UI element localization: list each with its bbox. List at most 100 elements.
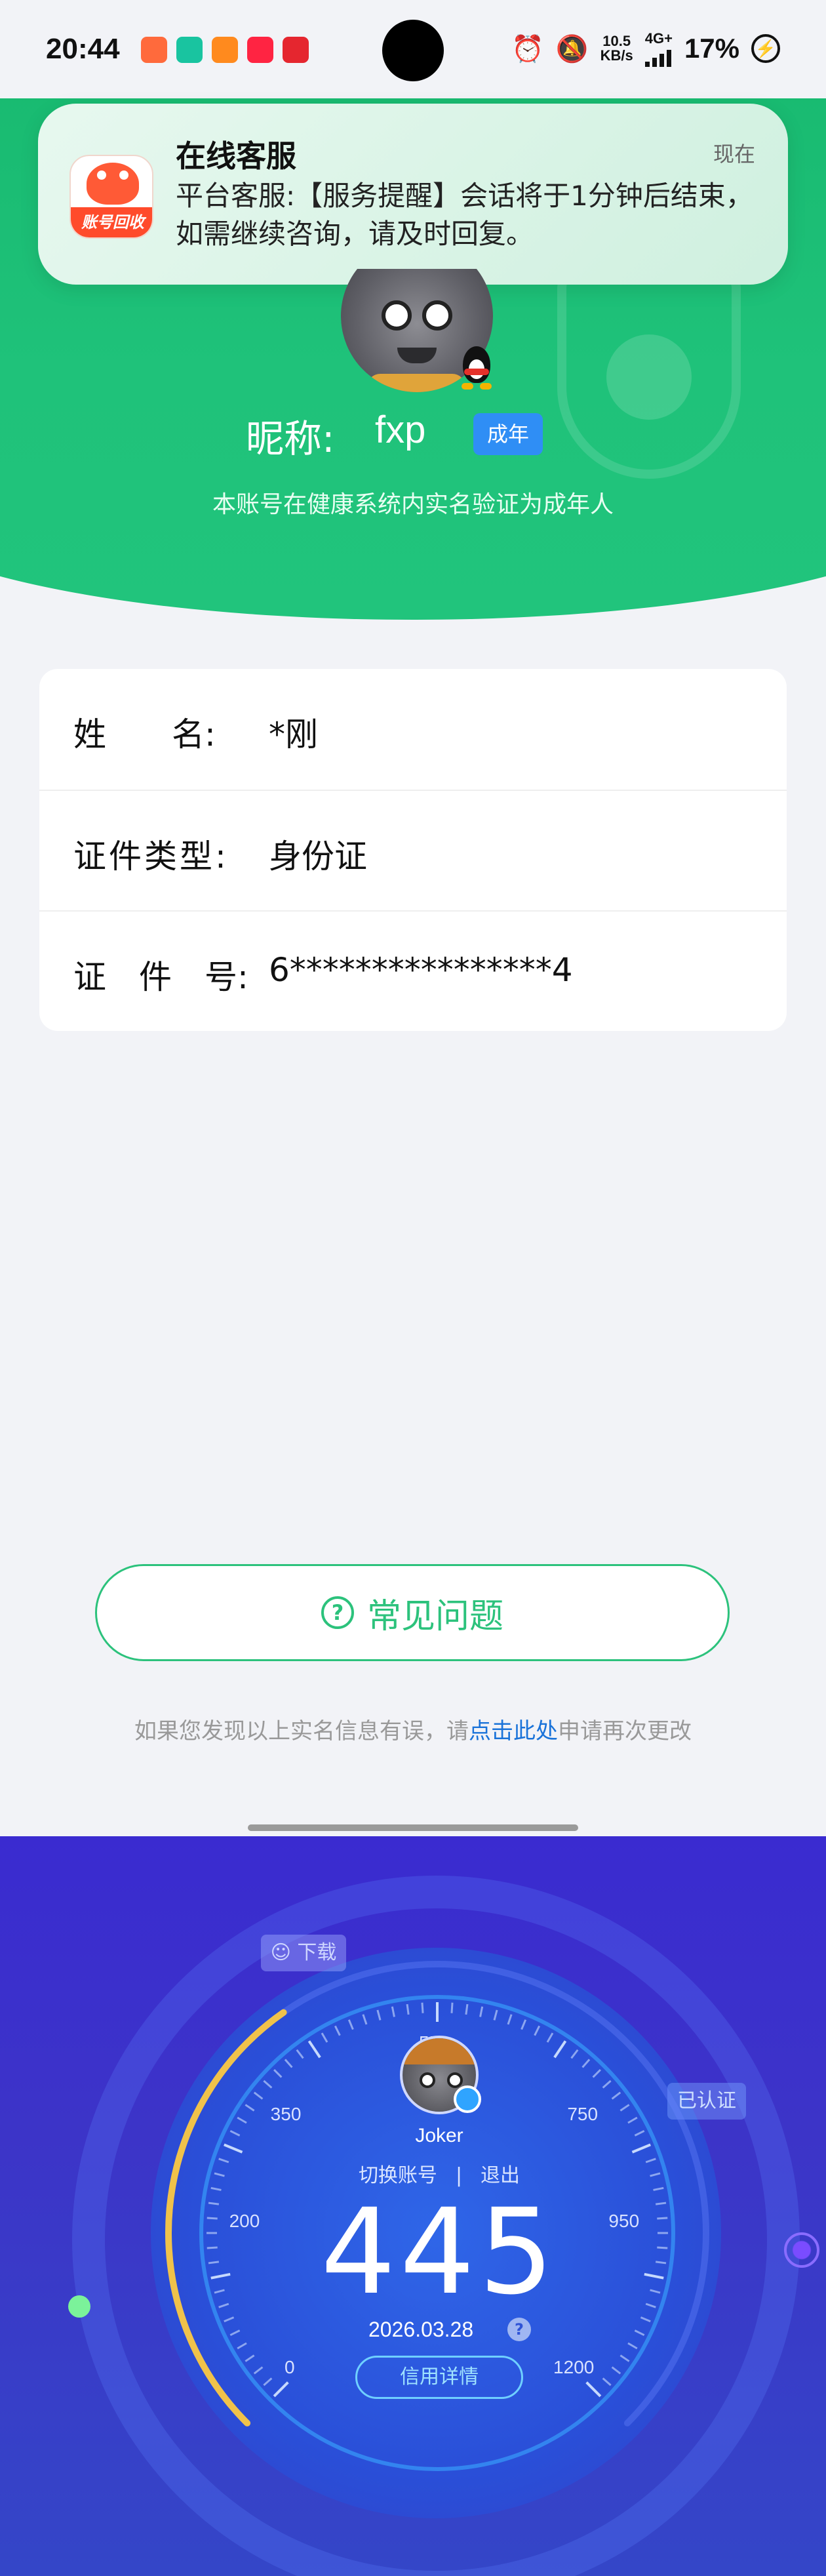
gift-app-icon xyxy=(283,37,309,63)
gauge-tick xyxy=(362,2014,368,2025)
gauge-tick xyxy=(553,2040,567,2059)
gauge-tick xyxy=(534,2025,541,2036)
nickname-value: fxp xyxy=(375,409,426,451)
mute-bell-icon: 🔕 xyxy=(555,34,589,64)
gauge-tick xyxy=(284,2059,293,2068)
click-here-link[interactable]: 点击此处 xyxy=(469,1718,558,1744)
verified-badge-icon xyxy=(454,2085,481,2113)
gauge-tick xyxy=(273,2381,289,2398)
id-number-label: 证 件 号: xyxy=(73,958,248,996)
faq-button[interactable]: ? 常见问题 xyxy=(95,1564,730,1661)
gauge-tick xyxy=(581,2059,591,2068)
notification-banner[interactable]: 账号回收 在线客服 现在 平台客服:【服务提醒】会话将于1分钟后结束，如需继续咨… xyxy=(38,104,788,285)
net-speed-unit: KB/s xyxy=(600,47,633,64)
gauge-tick xyxy=(391,2006,395,2017)
info-row-name: 姓 名: *刚 xyxy=(39,669,787,790)
home-indicator[interactable] xyxy=(248,1824,578,1831)
gauge-tick xyxy=(296,2049,304,2059)
realname-screen: 20:44 ⏰ 🔕 10.5 KB/s 4G+ 17% ⚡ 账号回收 在线客服 … xyxy=(0,0,826,1836)
gauge-tick xyxy=(253,2091,264,2100)
gauge-tick xyxy=(334,2025,341,2036)
gauge-tick xyxy=(611,2091,621,2100)
camera-cutout xyxy=(382,20,444,81)
gauge-tick xyxy=(602,2377,612,2386)
verification-text: 本账号在健康系统内实名验证为成年人 xyxy=(212,491,614,518)
credit-score: 445 xyxy=(321,2184,558,2321)
gauge-tick xyxy=(229,2329,241,2337)
gauge-tick xyxy=(237,2342,247,2350)
adult-badge: 成年 xyxy=(473,413,543,455)
notification-time: 现在 xyxy=(713,142,755,167)
gauge-tick xyxy=(245,2104,255,2112)
identity-info-card: 姓 名: *刚 证件类型: 身份证 证 件 号: 6**************… xyxy=(39,669,787,1031)
gauge-tick xyxy=(253,2366,264,2375)
status-indicators: ⏰ 🔕 10.5 KB/s 4G+ 17% ⚡ xyxy=(511,30,780,67)
gauge-tick xyxy=(521,2019,527,2030)
gauge-tick xyxy=(465,2003,469,2015)
id-type-value: 身份证 xyxy=(269,837,367,875)
question-circle-icon: ? xyxy=(321,1596,354,1629)
gauge-tick xyxy=(570,2049,579,2059)
qq-penguin-icon xyxy=(459,346,494,390)
gauge-tick xyxy=(376,2009,382,2021)
gauge-tick xyxy=(347,2019,354,2030)
id-number-value: 6****************4 xyxy=(269,951,573,989)
id-type-label: 证件类型: xyxy=(73,837,229,875)
nickname-label: 昵称: xyxy=(246,416,335,461)
gauge-tick xyxy=(245,2354,255,2362)
net-speed-value: 10.5 xyxy=(602,33,631,49)
info-row-id-number: 证 件 号: 6****************4 xyxy=(39,910,787,1031)
signal-bars-icon xyxy=(644,47,673,67)
name-value: *刚 xyxy=(269,715,318,754)
gauge-tick xyxy=(627,2116,638,2124)
notification-body: 平台客服:【服务提醒】会话将于1分钟后结束，如需继续咨询，请及时回复。 xyxy=(176,180,753,250)
gauge-tick xyxy=(634,2329,645,2337)
gauge-tick xyxy=(307,2040,321,2059)
correction-hint: 如果您发现以上实名信息有误，请点击此处申请再次更改 xyxy=(0,1713,826,1745)
gauge-tick xyxy=(602,2080,612,2089)
score-date: 2026.03.28 xyxy=(368,2318,474,2341)
gauge-tick xyxy=(611,2366,621,2375)
status-time: 20:44 xyxy=(46,33,120,65)
gauge-label-350: 350 xyxy=(270,2103,302,2124)
status-bar: 20:44 ⏰ 🔕 10.5 KB/s 4G+ 17% ⚡ xyxy=(0,0,826,98)
gauge-tick xyxy=(263,2377,273,2386)
credit-detail-button[interactable]: 信用详情 xyxy=(355,2356,523,2399)
chat-app-icon xyxy=(176,37,203,63)
status-app-icons xyxy=(141,37,309,63)
gauge-tick xyxy=(620,2354,630,2362)
gauge-tick xyxy=(585,2381,602,2398)
gauge-tick xyxy=(406,2003,410,2015)
gauge-label-1200: 1200 xyxy=(553,2357,595,2378)
gauge-tick xyxy=(273,2069,283,2078)
gauge-tick xyxy=(627,2342,638,2350)
faq-label: 常见问题 xyxy=(366,1596,503,1636)
help-icon[interactable]: ? xyxy=(507,2318,531,2341)
account-recycle-app-icon: 账号回收 xyxy=(69,155,153,239)
app-icon-label: 账号回收 xyxy=(71,207,152,237)
gauge-tick xyxy=(620,2104,630,2112)
notification-title: 在线客服 xyxy=(176,138,296,174)
battery-level: 17% xyxy=(684,33,739,64)
person-watermark-icon xyxy=(606,334,692,420)
gauge-tick xyxy=(479,2006,484,2017)
charging-icon: ⚡ xyxy=(751,34,780,63)
gauge-label-0: 0 xyxy=(284,2357,295,2378)
net-speed: 10.5 KB/s xyxy=(600,34,633,63)
gauge-tick xyxy=(546,2032,554,2043)
gauge-tick xyxy=(263,2080,273,2089)
user-name: Joker xyxy=(415,2125,463,2146)
gauge-tick xyxy=(592,2069,601,2078)
kuaishou-app-icon xyxy=(212,37,238,63)
name-label: 姓 名: xyxy=(73,715,216,754)
xiaohongshu-app-icon xyxy=(247,37,273,63)
gauge-tick xyxy=(321,2032,328,2043)
network-type: 4G+ xyxy=(644,30,673,47)
network-signal: 4G+ xyxy=(644,30,673,67)
hint-suffix: 申请再次更改 xyxy=(558,1718,692,1744)
alarm-icon: ⏰ xyxy=(511,34,544,64)
gauge-tick xyxy=(493,2009,498,2021)
gauge-label-750: 750 xyxy=(567,2103,599,2124)
hint-prefix: 如果您发现以上实名信息有误，请 xyxy=(134,1718,469,1744)
gauge-tick xyxy=(421,2002,424,2013)
